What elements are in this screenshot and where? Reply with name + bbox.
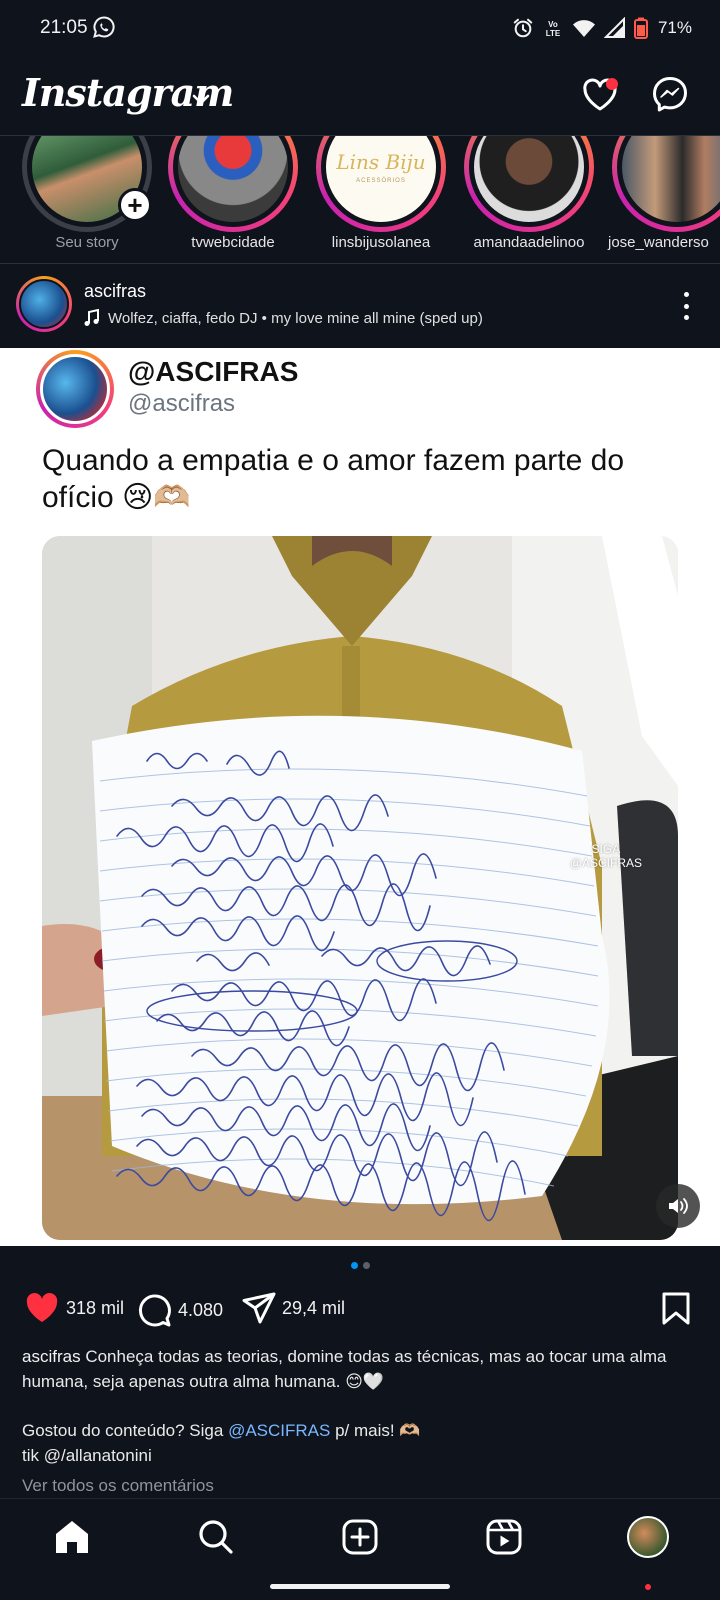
comment-count: 4.080 [178,1299,224,1320]
watermark-line2: @ASCIFRAS [569,856,642,870]
tweet-avatar [36,350,114,428]
music-note-icon [84,309,99,326]
nav-create[interactable] [338,1515,382,1559]
nav-profile[interactable] [626,1515,670,1559]
share-icon [242,1292,276,1324]
story-label: amandaadelinoo [473,234,585,251]
caption-mention[interactable]: @ASCIFRAS [228,1421,330,1440]
battery-icon [633,17,648,39]
caption-text: Conheça todas as teorias, domine todas a… [22,1347,667,1391]
story-label: jose_wanderso [608,234,709,251]
music-label: Wolfez, ciaffa, fedo DJ • my love mine a… [108,309,483,327]
post-media[interactable]: @ASCIFRAS @ascifras Quando a empatia e o… [0,348,720,1246]
comment-icon [138,1294,171,1327]
story-label: Seu story [55,234,119,251]
status-bar: 21:05 Vo LTE 71% [0,0,720,56]
like-count: 318 mil [66,1297,125,1318]
sound-toggle-icon[interactable] [656,1184,700,1228]
home-indicator[interactable] [270,1584,450,1589]
create-icon [342,1519,378,1555]
caption-line2-prefix: Gostou do conteúdo? Siga [22,1421,224,1440]
bookmark-icon[interactable] [662,1292,690,1326]
story-ring [612,136,720,232]
avatar: Lins Biju ACESSÓRIOS [321,136,441,227]
stories-tray: + Seu story tvwebcidade Lins Biju ACESSÓ… [0,136,720,264]
post-music[interactable]: Wolfez, ciaffa, fedo DJ • my love mine a… [84,309,483,327]
alarm-icon [513,18,533,38]
reels-icon [486,1519,522,1555]
story-label: linsbijusolanea [331,234,431,251]
chevron-down-icon[interactable] [192,94,210,106]
post-caption: ascifras Conheça todas as teorias, domin… [22,1344,702,1468]
profile-notification-dot [645,1584,651,1590]
profile-avatar [627,1516,669,1558]
story-label: tvwebcidade [191,234,275,251]
wifi-icon [572,20,595,37]
volte-icon: Vo LTE [546,20,561,38]
story-item[interactable]: jose_wanderso [600,136,720,263]
nav-reels[interactable] [482,1515,526,1559]
search-icon [199,1520,233,1554]
carousel-indicator [0,1262,720,1274]
story-ring [168,136,298,232]
story-item[interactable]: tvwebcidade [156,136,298,263]
watermark: SIGA @ASCIFRAS [570,842,642,870]
like-button[interactable]: 318 mil [24,1292,124,1324]
post-username[interactable]: ascifras [84,281,146,302]
avatar [617,136,720,227]
story-ring [464,136,594,232]
add-story-icon[interactable]: + [118,188,152,222]
lins-biju-logo: Lins Biju [336,150,426,174]
tweet-display-name: @ASCIFRAS [128,356,299,387]
tweet-text: Quando a empatia e o amor fazem parte do… [42,444,625,514]
status-time: 21:05 [40,17,88,38]
carousel-dot [362,1262,370,1269]
lins-biju-sub: ACESSÓRIOS [356,178,406,184]
story-item-own[interactable]: + Seu story [10,136,152,263]
post-actions: 318 mil 4.080 29,4 mil [0,1288,720,1336]
comment-button[interactable]: 4.080 [136,1292,223,1328]
notification-dot [606,78,618,90]
battery-percent: 71% [657,18,692,37]
whatsapp-icon [93,16,115,38]
caption-line3: tik @/allanatonini [22,1446,152,1465]
signal-icon [603,17,625,38]
more-options-icon[interactable] [674,288,698,324]
instagram-logo[interactable]: Instagram [22,70,234,115]
share-count: 29,4 mil [282,1297,346,1318]
heart-filled-icon [26,1293,58,1322]
messenger-icon[interactable] [652,76,688,112]
nav-home[interactable] [50,1515,94,1559]
caption-username[interactable]: ascifras [22,1347,81,1366]
avatar [469,136,589,227]
handwritten-note-photo [42,536,678,1240]
view-all-comments-link[interactable]: Ver todos os comentários [22,1476,214,1496]
home-icon [56,1521,88,1553]
watermark-line1: SIGA [591,842,621,856]
post-header: ascifras Wolfez, ciaffa, fedo DJ • my lo… [0,264,720,348]
share-button[interactable]: 29,4 mil [242,1292,345,1324]
tweet-handle: @ascifras [128,390,236,417]
avatar [173,136,293,227]
story-ring: Lins Biju ACESSÓRIOS [316,136,446,232]
post-photo [42,536,678,1240]
nav-search[interactable] [194,1515,238,1559]
caption-line2-suffix: p/ mais! 🫶🏼 [335,1421,421,1440]
post-avatar[interactable] [16,276,72,332]
carousel-dot-active [350,1262,358,1269]
top-bar: Instagram [0,56,720,136]
svg-text:LTE: LTE [546,29,561,38]
svg-text:Vo: Vo [548,20,558,29]
story-item[interactable]: Lins Biju ACESSÓRIOS linsbijusolanea [304,136,446,263]
story-item[interactable]: amandaadelinoo [452,136,594,263]
